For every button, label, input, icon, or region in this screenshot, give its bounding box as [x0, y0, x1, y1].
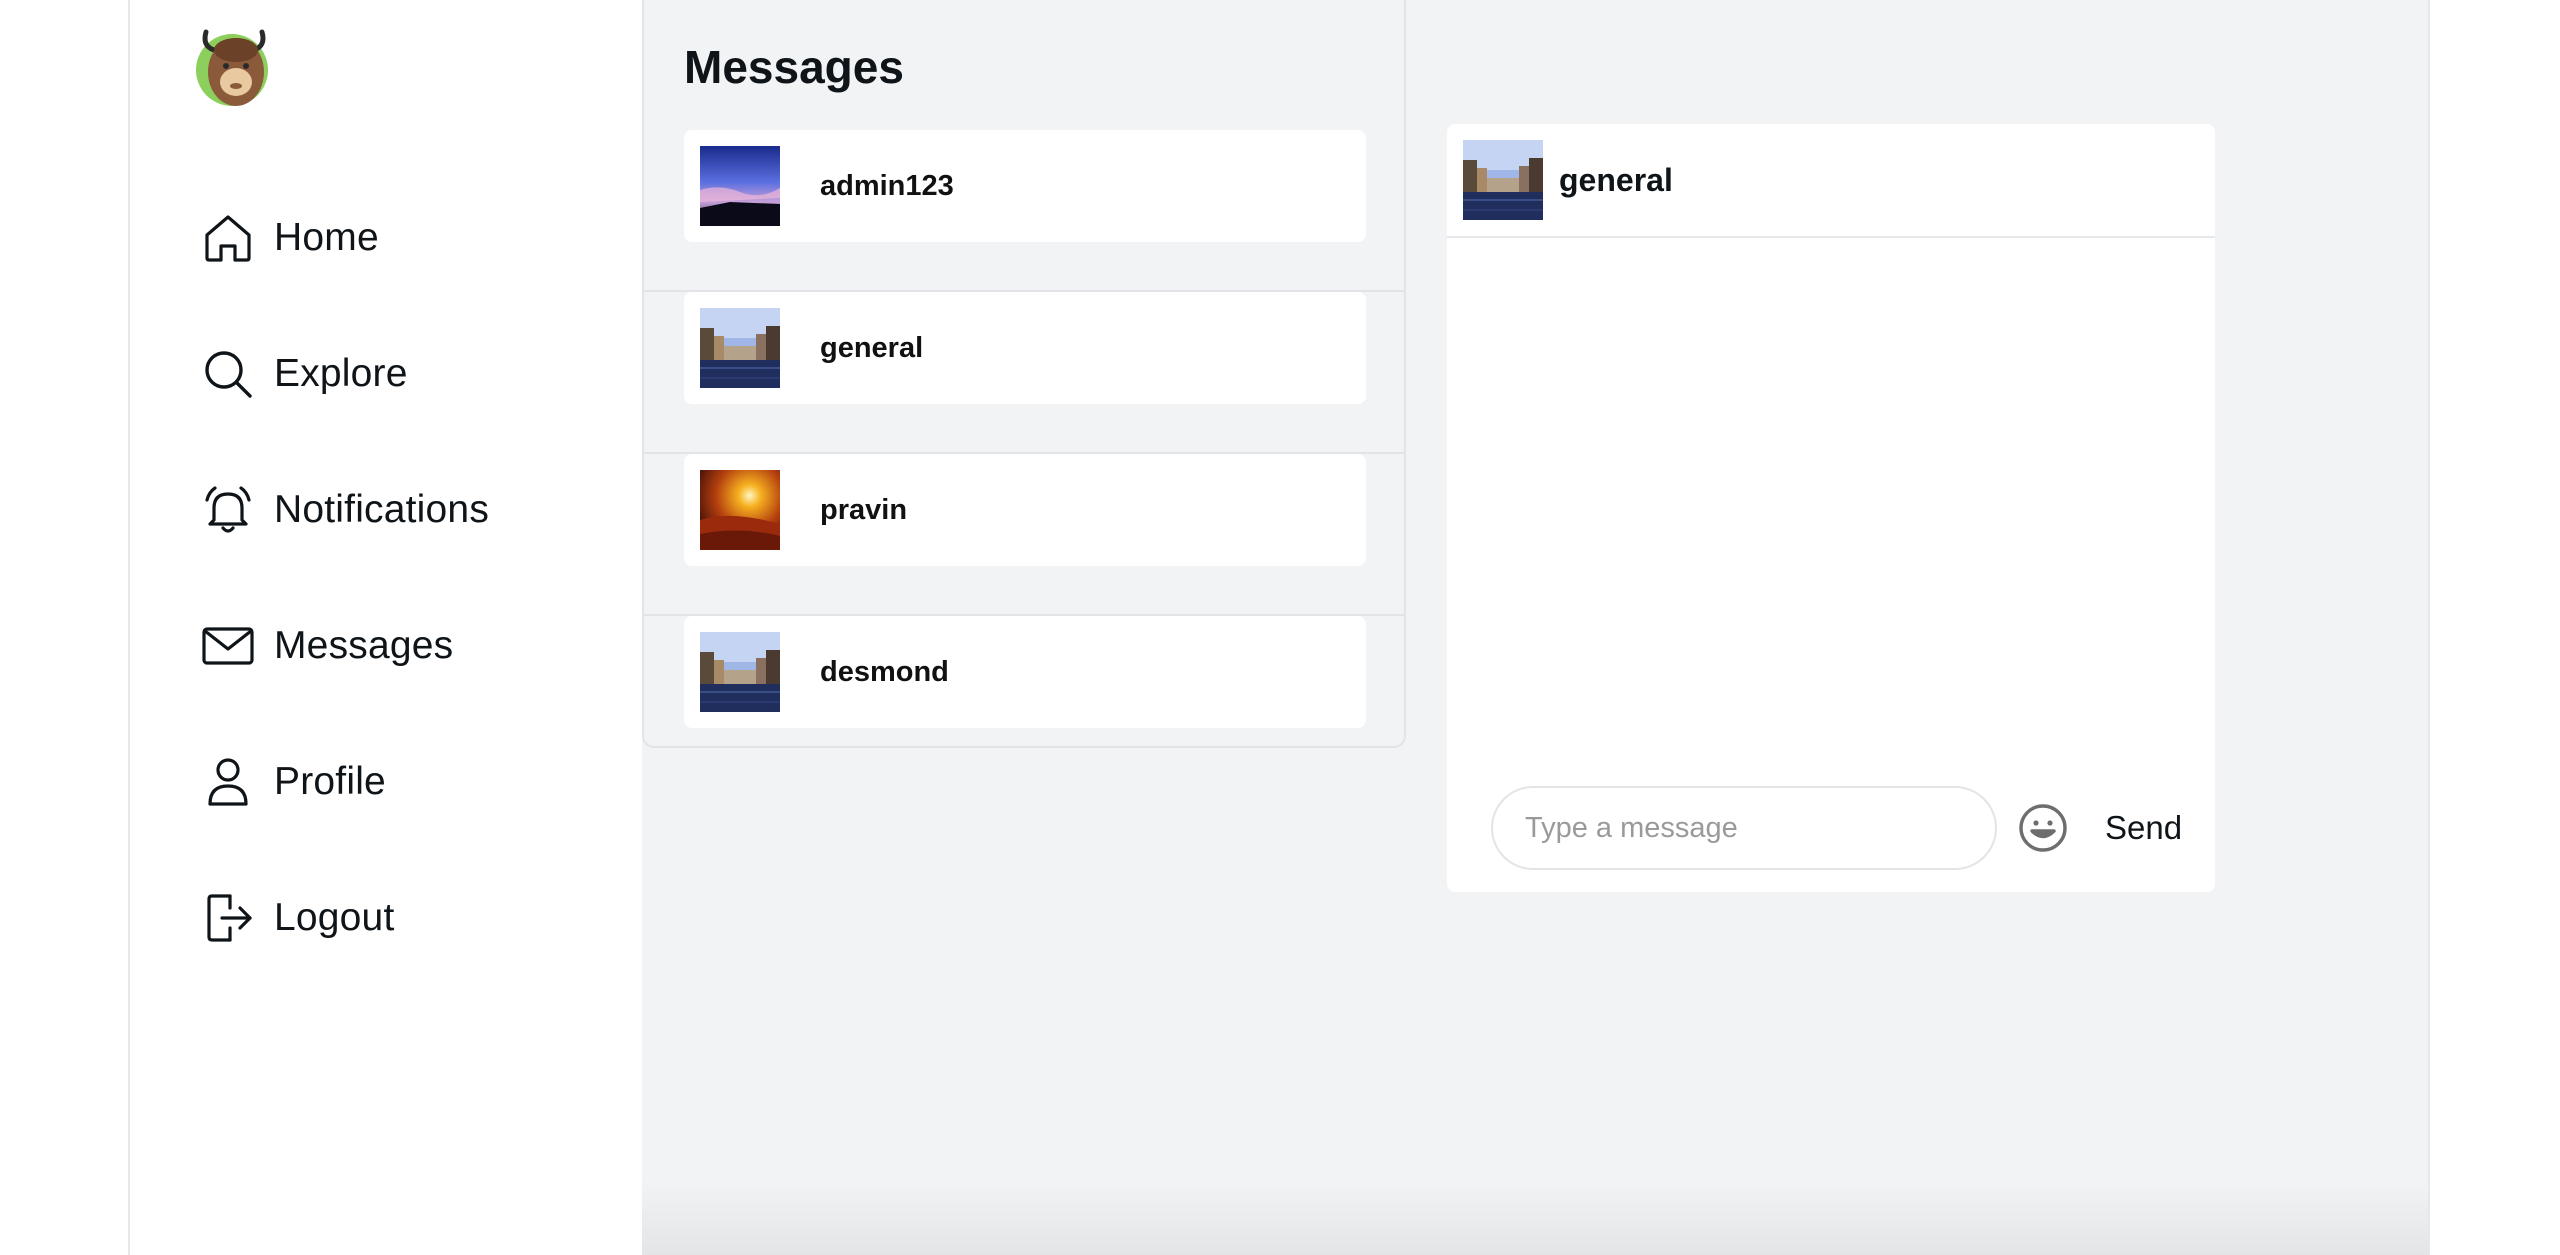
chat-messages-area[interactable] [1447, 238, 2215, 758]
conversation-name: general [820, 331, 924, 364]
message-input[interactable] [1491, 786, 1997, 870]
conversation-name: admin123 [820, 169, 954, 202]
sidebar-item-profile[interactable]: Profile [200, 714, 489, 850]
send-button[interactable]: Send [2105, 809, 2182, 847]
chat-header: general [1447, 124, 2215, 238]
search-icon [205, 351, 252, 398]
sidebar-item-home[interactable]: Home [200, 170, 489, 306]
sunset-sky-avatar [700, 146, 780, 226]
user-icon [208, 758, 248, 806]
chat-panel: general Send [1447, 124, 2215, 892]
sidebar-item-label: Explore [274, 352, 408, 395]
sidebar-item-label: Notifications [274, 488, 490, 531]
sidebar: Home Explore Notifications Messages Prof… [130, 0, 642, 1255]
chat-title: general [1559, 161, 1673, 198]
conversation-panel: Messages admin123 general pravin desmond [642, 0, 1406, 748]
sidebar-item-label: Logout [274, 896, 395, 939]
message-composer: Send [1491, 786, 2211, 870]
conversation-item-general[interactable]: general [684, 292, 1366, 404]
canal-city-avatar [700, 632, 780, 712]
sidebar-item-notifications[interactable]: Notifications [200, 442, 489, 578]
conversation-item-admin123[interactable]: admin123 [684, 130, 1366, 242]
frame-right-border [2428, 0, 2430, 1255]
canal-city-avatar [700, 308, 780, 388]
mail-icon [202, 627, 254, 665]
conversation-name: desmond [820, 655, 949, 688]
list-item: general [644, 292, 1404, 454]
sidebar-item-label: Profile [274, 760, 386, 803]
conversation-name: pravin [820, 493, 908, 526]
conversation-list: admin123 general pravin desmond [644, 130, 1404, 778]
sidebar-item-label: Messages [274, 624, 454, 667]
list-item: admin123 [644, 130, 1404, 292]
sidebar-nav: Home Explore Notifications Messages Prof… [200, 170, 489, 986]
conversation-item-pravin[interactable]: pravin [684, 454, 1366, 566]
bell-icon [205, 486, 251, 533]
bottom-shadow [642, 1180, 2428, 1255]
sidebar-item-messages[interactable]: Messages [200, 578, 489, 714]
emoji-button[interactable] [2017, 802, 2069, 854]
canal-city-avatar [1463, 140, 1543, 220]
smiley-icon [2019, 804, 2067, 852]
desert-sun-avatar [700, 470, 780, 550]
bison-logo-icon[interactable] [192, 24, 276, 108]
sidebar-item-explore[interactable]: Explore [200, 306, 489, 442]
list-item: desmond [644, 616, 1404, 778]
page-title: Messages [684, 41, 904, 93]
conversation-item-desmond[interactable]: desmond [684, 616, 1366, 728]
logout-icon [207, 894, 252, 942]
sidebar-item-logout[interactable]: Logout [200, 850, 489, 986]
list-item: pravin [644, 454, 1404, 616]
sidebar-item-label: Home [274, 216, 379, 259]
home-icon [205, 215, 251, 262]
